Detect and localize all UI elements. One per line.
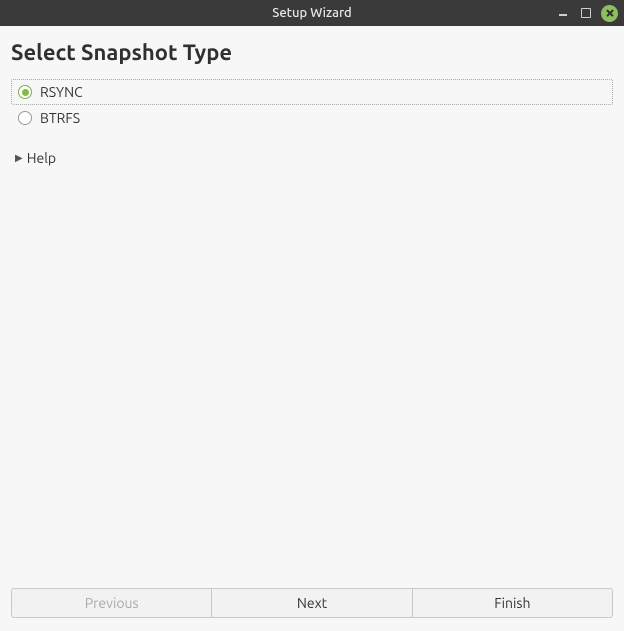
help-expander[interactable]: ▶ Help <box>11 147 60 169</box>
snapshot-type-group: RSYNC BTRFS <box>11 79 613 131</box>
next-button[interactable]: Next <box>212 588 412 618</box>
help-label: Help <box>27 150 56 166</box>
close-button[interactable] <box>601 5 618 22</box>
radio-label: BTRFS <box>40 110 80 126</box>
window-title: Setup Wizard <box>272 6 351 20</box>
wizard-content: Select Snapshot Type RSYNC BTRFS ▶ Help <box>0 26 624 588</box>
window-controls <box>554 0 618 26</box>
radio-option-rsync[interactable]: RSYNC <box>11 79 613 105</box>
chevron-right-icon: ▶ <box>15 152 23 164</box>
radio-indicator-icon <box>18 85 32 99</box>
radio-option-btrfs[interactable]: BTRFS <box>11 105 613 131</box>
finish-button[interactable]: Finish <box>413 588 613 618</box>
minimize-button[interactable] <box>554 5 571 22</box>
radio-label: RSYNC <box>40 84 83 100</box>
radio-indicator-icon <box>18 111 32 125</box>
titlebar: Setup Wizard <box>0 0 624 26</box>
spacer <box>11 169 613 588</box>
page-title: Select Snapshot Type <box>11 40 613 65</box>
previous-button[interactable]: Previous <box>11 588 212 618</box>
wizard-button-row: Previous Next Finish <box>0 588 624 631</box>
maximize-button[interactable] <box>581 8 591 18</box>
